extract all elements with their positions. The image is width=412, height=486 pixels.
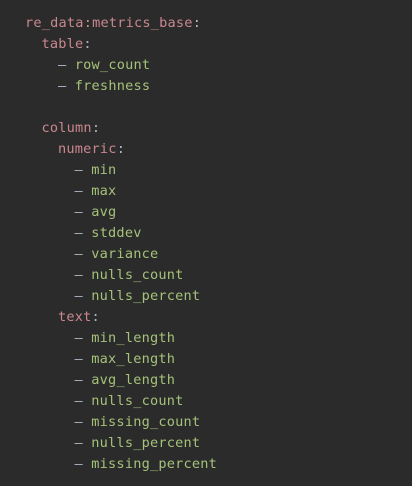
- yaml-list-item: – missing_percent: [25, 454, 217, 475]
- list-value: min_length: [91, 330, 176, 346]
- yaml-key: numeric: [58, 141, 117, 157]
- list-value: variance: [91, 246, 159, 262]
- list-dash: –: [74, 393, 83, 409]
- yaml-list-item: – stddev: [25, 223, 217, 244]
- yaml-key: re_data:metrics_base: [25, 15, 193, 31]
- list-dash: –: [74, 183, 83, 199]
- list-dash: –: [58, 78, 67, 94]
- list-dash: –: [74, 435, 83, 451]
- blank-line: [25, 97, 217, 118]
- list-dash: –: [74, 456, 83, 472]
- list-value: row_count: [74, 57, 151, 73]
- yaml-list-item: – nulls_percent: [25, 433, 217, 454]
- list-dash: –: [74, 204, 83, 220]
- yaml-list-item: – row_count: [25, 55, 217, 76]
- code-editor: re_data:metrics_base: table: – row_count – …: [0, 0, 412, 486]
- list-value: avg: [91, 204, 117, 220]
- yaml-list-item: – max: [25, 181, 217, 202]
- yaml-key: text: [58, 309, 92, 325]
- yaml-list-item: – min_length: [25, 328, 217, 349]
- yaml-key-line: column:: [25, 118, 217, 139]
- list-dash: –: [74, 246, 83, 262]
- list-value: nulls_count: [91, 267, 184, 283]
- colon: :: [83, 36, 92, 52]
- list-value: max_length: [91, 351, 176, 367]
- yaml-list-item: – freshness: [25, 76, 217, 97]
- yaml-key: column: [41, 120, 92, 136]
- list-value: nulls_count: [91, 393, 184, 409]
- list-value: min: [91, 162, 117, 178]
- colon: :: [91, 120, 101, 136]
- list-value: avg_length: [91, 372, 176, 388]
- yaml-key: table: [41, 36, 84, 52]
- list-dash: –: [74, 414, 83, 430]
- list-value: missing_count: [91, 414, 201, 430]
- code-block: re_data:metrics_base: table: – row_count – …: [25, 13, 217, 475]
- colon: :: [116, 141, 126, 157]
- list-dash: –: [74, 162, 83, 178]
- list-value: max: [91, 183, 117, 199]
- list-dash: –: [74, 267, 83, 283]
- list-value: missing_percent: [91, 456, 218, 472]
- yaml-list-item: – variance: [25, 244, 217, 265]
- yaml-list-item: – max_length: [25, 349, 217, 370]
- yaml-key-line: numeric:: [25, 139, 217, 160]
- list-value: stddev: [91, 225, 142, 241]
- list-dash: –: [58, 57, 67, 73]
- list-dash: –: [74, 330, 83, 346]
- list-dash: –: [74, 288, 83, 304]
- list-dash: –: [74, 372, 83, 388]
- yaml-list-item: – nulls_count: [25, 265, 217, 286]
- yaml-list-item: – avg_length: [25, 370, 217, 391]
- colon: :: [192, 15, 202, 31]
- list-value: nulls_percent: [91, 435, 201, 451]
- yaml-list-item: – min: [25, 160, 217, 181]
- yaml-list-item: – nulls_count: [25, 391, 217, 412]
- yaml-list-item: – missing_count: [25, 412, 217, 433]
- list-dash: –: [74, 225, 83, 241]
- yaml-list-item: – avg: [25, 202, 217, 223]
- list-value: nulls_percent: [91, 288, 201, 304]
- colon: :: [91, 309, 100, 325]
- yaml-key-line: re_data:metrics_base:: [25, 13, 217, 34]
- yaml-key-line: table:: [25, 34, 217, 55]
- list-value: freshness: [74, 78, 151, 94]
- yaml-key-line: text:: [25, 307, 217, 328]
- yaml-list-item: – nulls_percent: [25, 286, 217, 307]
- list-dash: –: [74, 351, 83, 367]
